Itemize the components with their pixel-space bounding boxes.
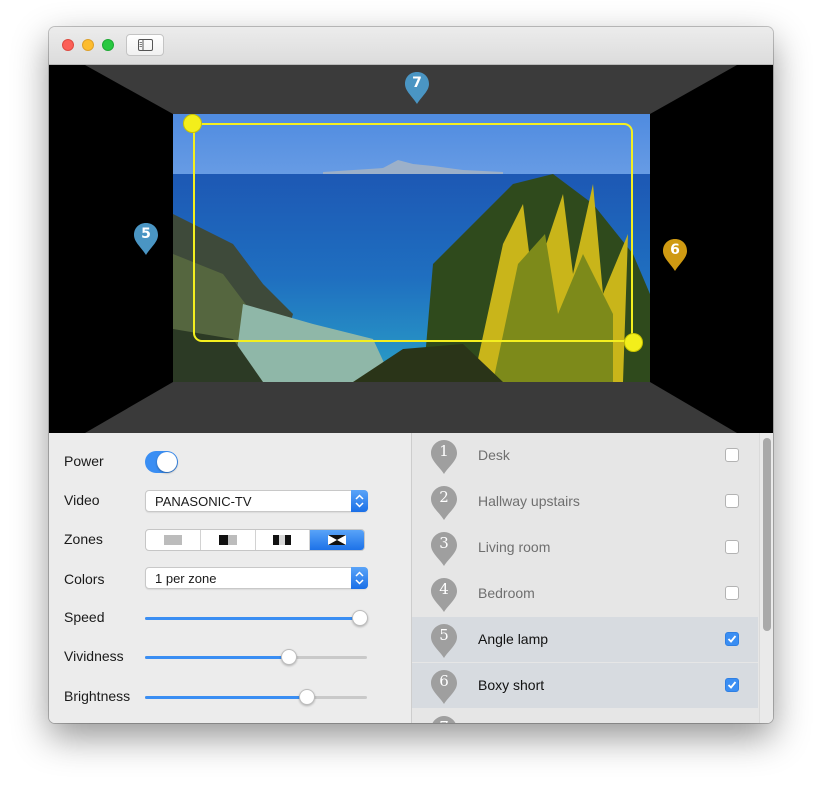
zone-selection-rect[interactable] bbox=[193, 123, 633, 342]
checkmark-icon bbox=[727, 635, 737, 643]
light-name: Bedroom bbox=[478, 585, 535, 601]
settings-panel: Power Video PANASONIC-TV Zones Colors 1 … bbox=[49, 433, 412, 723]
light-marker[interactable]: 5 bbox=[133, 222, 159, 256]
light-name: Hallway upstairs bbox=[478, 493, 580, 509]
slider-thumb[interactable] bbox=[352, 610, 369, 626]
light-number: 6 bbox=[439, 672, 449, 690]
light-list-item[interactable]: 1 Desk bbox=[412, 433, 758, 478]
close-button[interactable] bbox=[62, 39, 74, 51]
light-checkbox[interactable] bbox=[725, 632, 739, 646]
selection-handle-bottom-right[interactable] bbox=[624, 333, 643, 352]
light-list-item[interactable]: 3 Living room bbox=[412, 525, 758, 570]
light-marker[interactable]: 6 bbox=[662, 238, 688, 272]
colors-value: 1 per zone bbox=[155, 571, 217, 586]
zones-segmented-control bbox=[145, 529, 365, 551]
checkmark-icon bbox=[727, 681, 737, 689]
slider-thumb[interactable] bbox=[281, 649, 298, 665]
zones-option-1[interactable] bbox=[146, 530, 201, 550]
updown-arrows-icon bbox=[351, 490, 368, 512]
light-checkbox[interactable] bbox=[725, 586, 739, 600]
updown-arrows-icon bbox=[351, 567, 368, 589]
light-list-item[interactable]: 7 bbox=[412, 709, 758, 723]
sidebar-toggle-button[interactable] bbox=[126, 34, 164, 56]
selection-handle-top-left[interactable] bbox=[183, 114, 202, 133]
app-window: 7 5 6 Power Video PANASONIC-TV Zones Col… bbox=[49, 27, 773, 723]
zones-option-3[interactable] bbox=[256, 530, 311, 550]
colors-label: Colors bbox=[64, 571, 105, 587]
light-name: Angle lamp bbox=[478, 631, 549, 647]
light-list-item[interactable]: 4 Bedroom bbox=[412, 571, 758, 616]
colors-popup[interactable]: 1 per zone bbox=[145, 567, 368, 589]
video-value: PANASONIC-TV bbox=[155, 494, 252, 509]
marker-number: 6 bbox=[670, 242, 680, 258]
single-zone-icon bbox=[163, 535, 182, 545]
light-number: 1 bbox=[439, 442, 449, 460]
light-name: Living room bbox=[478, 539, 551, 555]
video-popup[interactable]: PANASONIC-TV bbox=[145, 490, 368, 512]
slider-fill bbox=[145, 656, 290, 659]
vividness-label: Vividness bbox=[64, 648, 124, 664]
marker-number: 7 bbox=[412, 75, 422, 91]
slider-fill bbox=[145, 696, 308, 699]
zones-option-4[interactable] bbox=[310, 530, 364, 550]
lights-list: 1 Desk 2 Hallway upstairs 3 Living room 4 Bedro… bbox=[412, 433, 773, 723]
marker-number: 5 bbox=[141, 226, 151, 242]
light-name: Boxy short bbox=[478, 677, 545, 693]
brightness-slider[interactable] bbox=[145, 687, 367, 707]
light-list-item[interactable]: 6 Boxy short bbox=[412, 663, 758, 708]
light-name: Desk bbox=[478, 447, 510, 463]
brightness-label: Brightness bbox=[64, 688, 131, 704]
light-marker[interactable]: 7 bbox=[404, 71, 430, 105]
four-zone-icon bbox=[328, 535, 347, 545]
slider-fill bbox=[145, 617, 361, 620]
light-number: 7 bbox=[430, 718, 458, 723]
minimize-button[interactable] bbox=[82, 39, 94, 51]
speed-label: Speed bbox=[64, 609, 105, 625]
light-checkbox[interactable] bbox=[725, 678, 739, 692]
light-list-item[interactable]: 5 Angle lamp bbox=[412, 617, 758, 662]
three-zone-icon bbox=[273, 535, 292, 545]
light-checkbox[interactable] bbox=[725, 448, 739, 462]
sidebar-icon bbox=[138, 39, 153, 51]
room-preview[interactable]: 7 5 6 bbox=[49, 65, 773, 433]
speed-slider[interactable] bbox=[145, 608, 369, 628]
power-toggle[interactable] bbox=[145, 451, 178, 473]
vertical-scrollbar[interactable] bbox=[759, 433, 773, 723]
zoom-button[interactable] bbox=[102, 39, 114, 51]
power-label: Power bbox=[64, 453, 104, 469]
light-checkbox[interactable] bbox=[725, 494, 739, 508]
slider-thumb[interactable] bbox=[299, 689, 316, 705]
scrollbar-thumb[interactable] bbox=[763, 438, 771, 631]
zones-option-2[interactable] bbox=[201, 530, 256, 550]
toggle-knob bbox=[157, 452, 177, 472]
light-number: 4 bbox=[439, 580, 449, 598]
video-label: Video bbox=[64, 492, 100, 508]
light-checkbox[interactable] bbox=[725, 540, 739, 554]
title-bar bbox=[49, 27, 773, 65]
light-list-item[interactable]: 2 Hallway upstairs bbox=[412, 479, 758, 524]
two-zone-icon bbox=[218, 535, 237, 545]
light-number: 5 bbox=[439, 626, 449, 644]
vividness-slider[interactable] bbox=[145, 647, 367, 667]
zones-label: Zones bbox=[64, 531, 103, 547]
light-number: 3 bbox=[439, 534, 449, 552]
light-number: 2 bbox=[439, 488, 449, 506]
